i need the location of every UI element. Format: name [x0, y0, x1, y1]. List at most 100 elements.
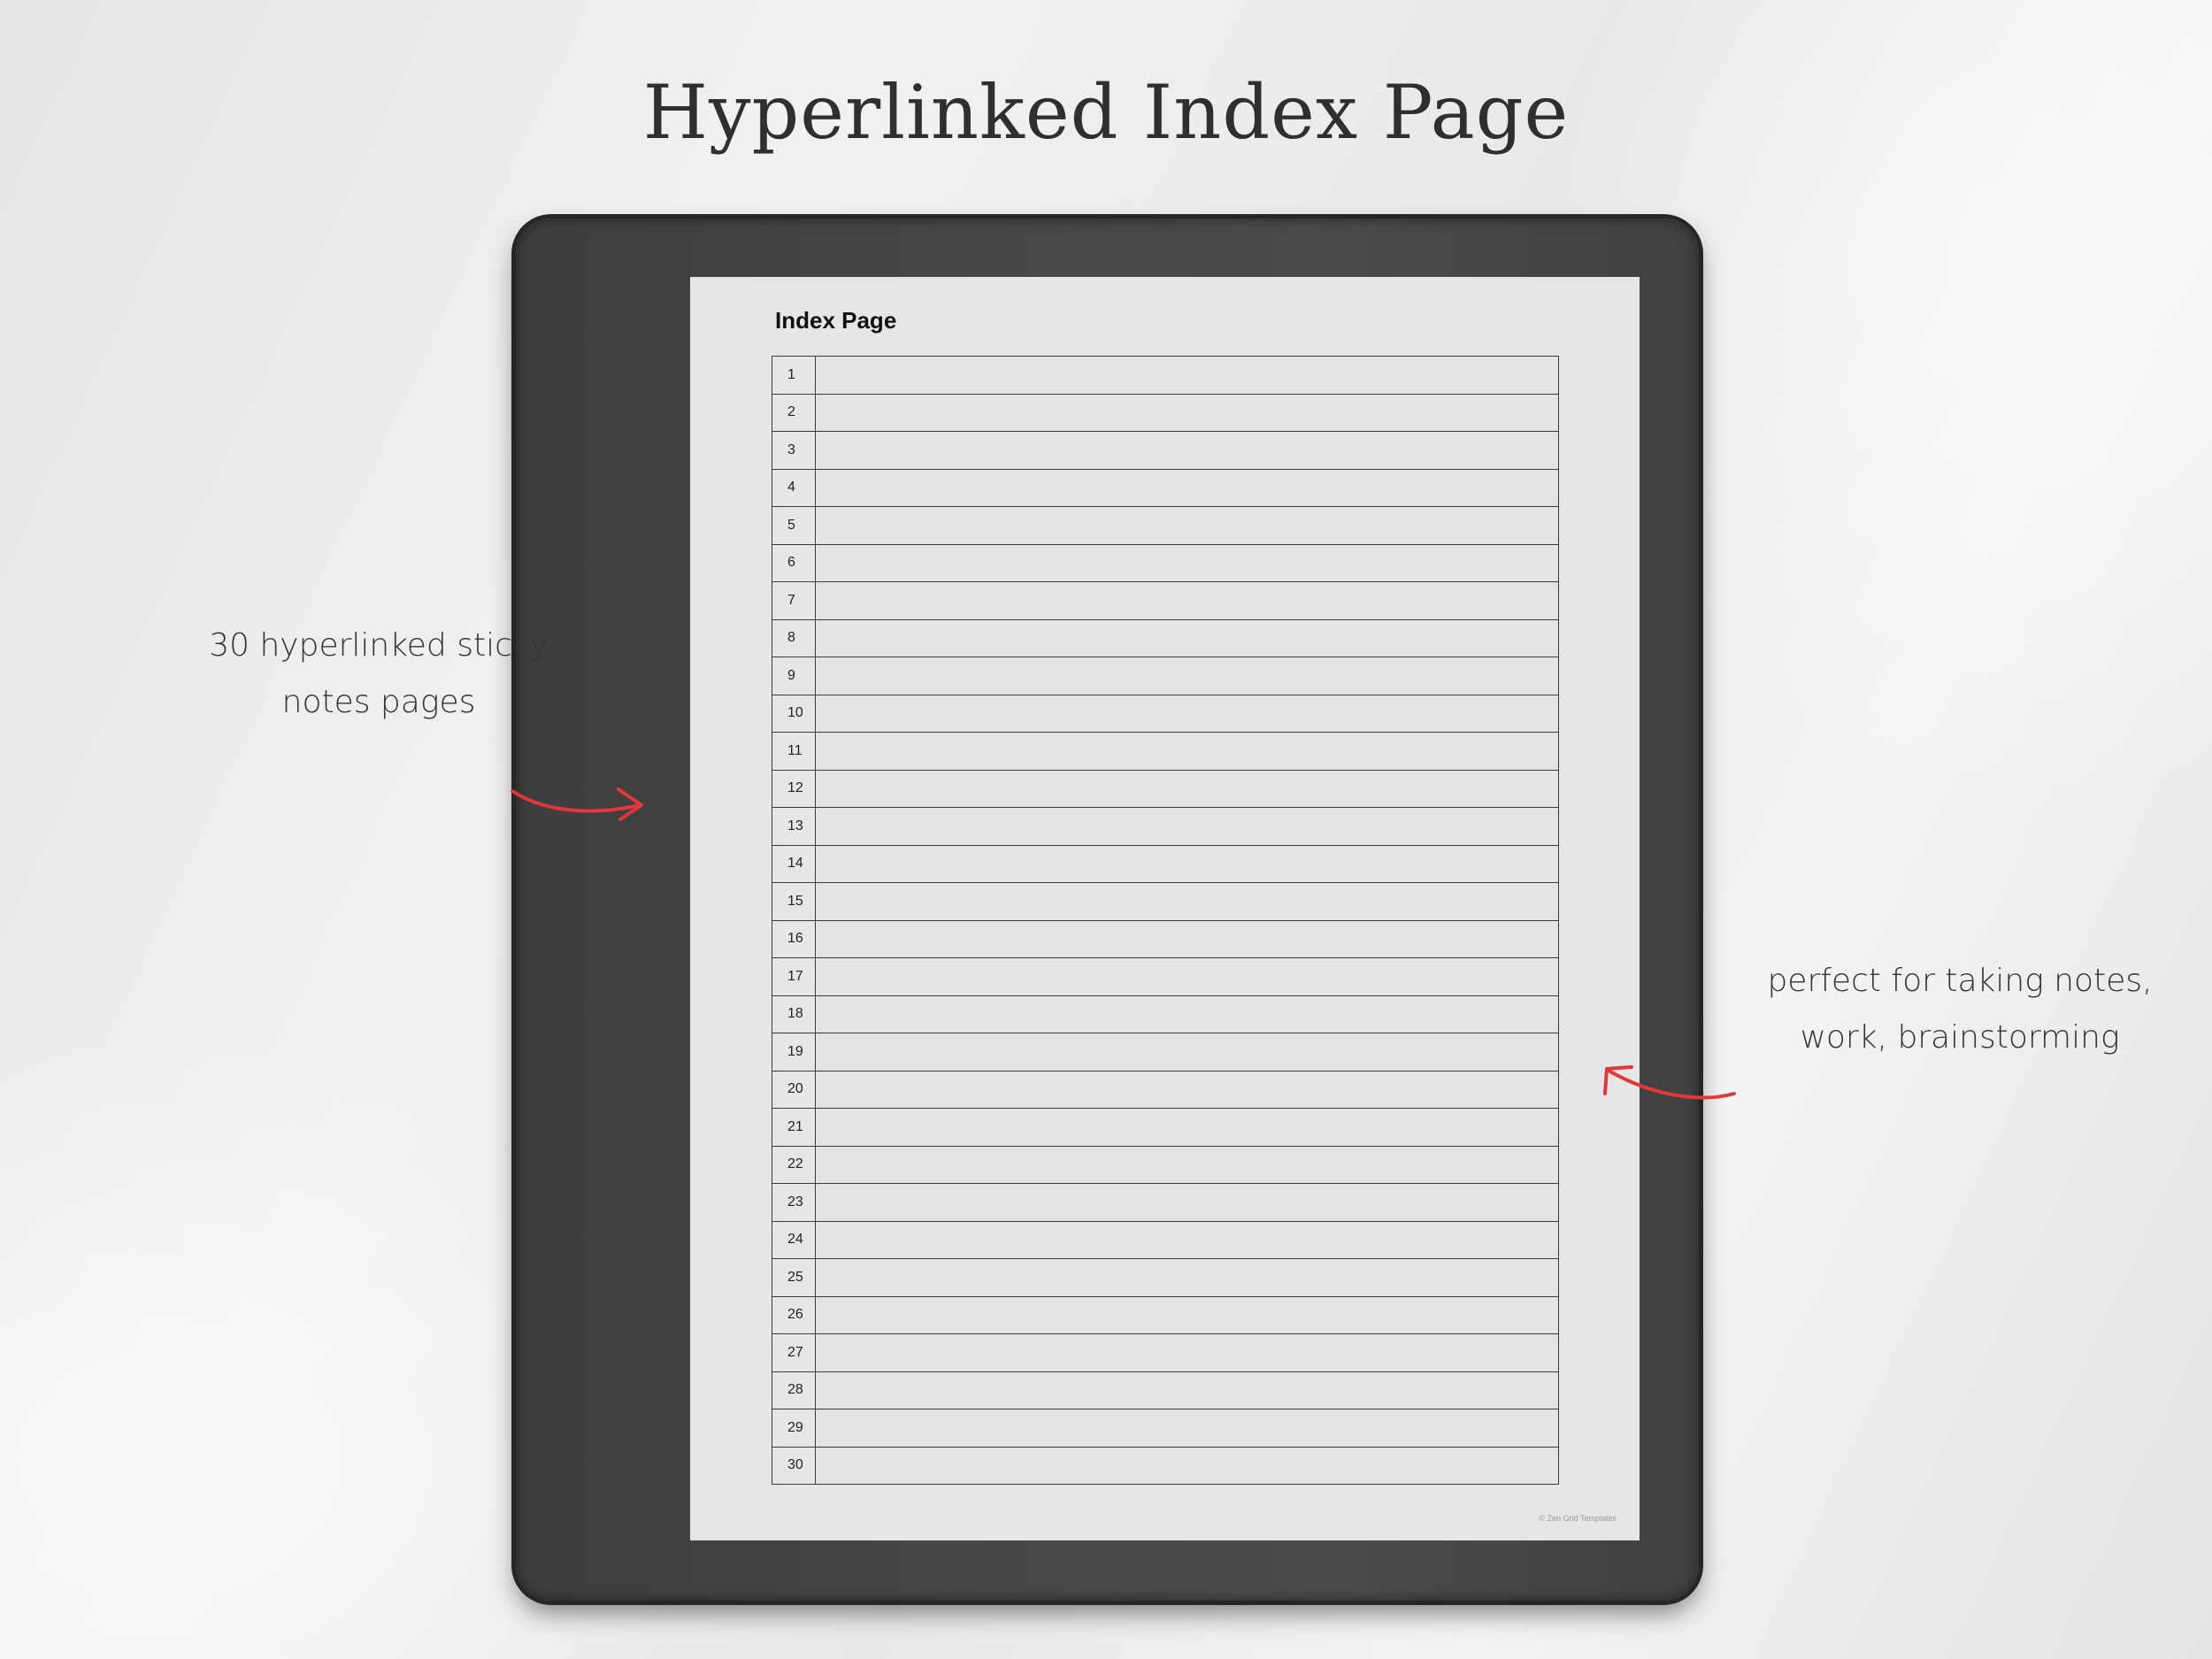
index-row-number: 17	[772, 957, 816, 996]
index-row-number: 24	[772, 1220, 816, 1259]
tablet-screen: Index Page 1 2 3 4 5 6 7 8 9 10 11 12 13 14 15 16 17 18 19…	[690, 277, 1640, 1540]
index-row-entry[interactable]	[815, 769, 1559, 808]
index-row-number: 13	[772, 807, 816, 846]
index-row[interactable]: 12	[772, 769, 1559, 808]
index-row-entry[interactable]	[815, 844, 1559, 883]
credit-text: © Zen Grid Templates	[1539, 1514, 1617, 1523]
index-row[interactable]: 22	[772, 1145, 1559, 1184]
index-row-number: 25	[772, 1258, 816, 1297]
index-row[interactable]: 13	[772, 807, 1559, 846]
index-row-number: 9	[772, 657, 816, 695]
index-row-number: 4	[772, 468, 816, 507]
index-row-entry[interactable]	[815, 618, 1559, 657]
curved-arrow-left-icon	[1603, 1065, 1736, 1100]
index-row-number: 6	[772, 543, 816, 582]
index-row-entry[interactable]	[815, 1183, 1559, 1222]
index-row-entry[interactable]	[815, 431, 1559, 470]
index-row-entry[interactable]	[815, 1258, 1559, 1297]
index-row[interactable]: 7	[772, 581, 1559, 620]
index-row-entry[interactable]	[815, 882, 1559, 921]
index-row[interactable]: 10	[772, 694, 1559, 733]
index-row[interactable]: 29	[772, 1409, 1559, 1448]
index-row-number: 26	[772, 1295, 816, 1334]
page-headline: Hyperlinked Index Page	[642, 69, 1570, 156]
index-row[interactable]: 11	[772, 732, 1559, 771]
index-row[interactable]: 6	[772, 543, 1559, 582]
index-row-entry[interactable]	[815, 356, 1559, 395]
index-row-entry[interactable]	[815, 732, 1559, 771]
index-row-number: 12	[772, 769, 816, 808]
index-row[interactable]: 18	[772, 995, 1559, 1033]
index-row-number: 27	[772, 1333, 816, 1372]
index-row-number: 18	[772, 995, 816, 1033]
index-row[interactable]: 30	[772, 1446, 1559, 1485]
index-row-entry[interactable]	[815, 995, 1559, 1033]
curved-arrow-right-icon	[511, 787, 643, 821]
index-row-entry[interactable]	[815, 1070, 1559, 1109]
index-row-entry[interactable]	[815, 393, 1559, 432]
index-row-entry[interactable]	[815, 1295, 1559, 1334]
index-row[interactable]: 27	[772, 1333, 1559, 1372]
index-row[interactable]: 8	[772, 618, 1559, 657]
index-rows: 1 2 3 4 5 6 7 8 9 10 11 12 13 14 15 16 17 18 19 20 21 22 23 24 2…	[772, 356, 1559, 1485]
index-row-entry[interactable]	[815, 468, 1559, 507]
index-row-entry[interactable]	[815, 581, 1559, 620]
index-row-number: 10	[772, 694, 816, 733]
index-row[interactable]: 24	[772, 1220, 1559, 1259]
annotation-right: perfect for taking notes, work, brainsto…	[1767, 963, 2153, 1056]
index-row[interactable]: 2	[772, 393, 1559, 432]
index-row-number: 2	[772, 393, 816, 432]
index-row-number: 11	[772, 732, 816, 771]
index-row[interactable]: 1	[772, 356, 1559, 395]
index-row[interactable]: 15	[772, 882, 1559, 921]
index-row-entry[interactable]	[815, 543, 1559, 582]
index-row[interactable]: 21	[772, 1108, 1559, 1147]
index-row[interactable]: 17	[772, 957, 1559, 996]
index-row[interactable]: 25	[772, 1258, 1559, 1297]
index-page-title: Index Page	[775, 307, 897, 334]
index-row-number: 16	[772, 919, 816, 958]
index-row-number: 20	[772, 1070, 816, 1109]
index-row-number: 7	[772, 581, 816, 620]
index-row[interactable]: 3	[772, 431, 1559, 470]
index-table: 1 2 3 4 5 6 7 8 9 10 11 12 13 14 15 16 17 18 19 20 21 22 23 24 2…	[772, 356, 1559, 1485]
index-row[interactable]: 26	[772, 1295, 1559, 1334]
index-row-number: 22	[772, 1145, 816, 1184]
index-row-number: 30	[772, 1446, 816, 1485]
index-row[interactable]: 28	[772, 1371, 1559, 1409]
index-row[interactable]: 23	[772, 1183, 1559, 1222]
index-row[interactable]: 4	[772, 468, 1559, 507]
index-row-entry[interactable]	[815, 919, 1559, 958]
index-row-entry[interactable]	[815, 807, 1559, 846]
index-row-number: 28	[772, 1371, 816, 1409]
index-row-number: 15	[772, 882, 816, 921]
index-row[interactable]: 20	[772, 1070, 1559, 1109]
index-row[interactable]: 14	[772, 844, 1559, 883]
index-row-number: 14	[772, 844, 816, 883]
index-row-number: 21	[772, 1108, 816, 1147]
index-row-entry[interactable]	[815, 1409, 1559, 1448]
index-row-entry[interactable]	[815, 1220, 1559, 1259]
index-row-number: 8	[772, 618, 816, 657]
index-row-entry[interactable]	[815, 1033, 1559, 1071]
index-row-number: 3	[772, 431, 816, 470]
annotation-left: 30 hyperlinked sticky notes pages	[209, 627, 549, 720]
index-row-entry[interactable]	[815, 957, 1559, 996]
index-row[interactable]: 16	[772, 919, 1559, 958]
index-row-entry[interactable]	[815, 1108, 1559, 1147]
index-row-number: 29	[772, 1409, 816, 1448]
index-row-entry[interactable]	[815, 1446, 1559, 1485]
index-row[interactable]: 19	[772, 1033, 1559, 1071]
index-row[interactable]: 9	[772, 657, 1559, 695]
index-row-number: 1	[772, 356, 816, 395]
index-row[interactable]: 5	[772, 506, 1559, 545]
index-row-entry[interactable]	[815, 657, 1559, 695]
index-row-entry[interactable]	[815, 694, 1559, 733]
index-row-number: 5	[772, 506, 816, 545]
index-row-entry[interactable]	[815, 1333, 1559, 1372]
index-row-entry[interactable]	[815, 506, 1559, 545]
index-row-entry[interactable]	[815, 1371, 1559, 1409]
index-row-entry[interactable]	[815, 1145, 1559, 1184]
index-row-number: 23	[772, 1183, 816, 1222]
index-row-number: 19	[772, 1033, 816, 1071]
